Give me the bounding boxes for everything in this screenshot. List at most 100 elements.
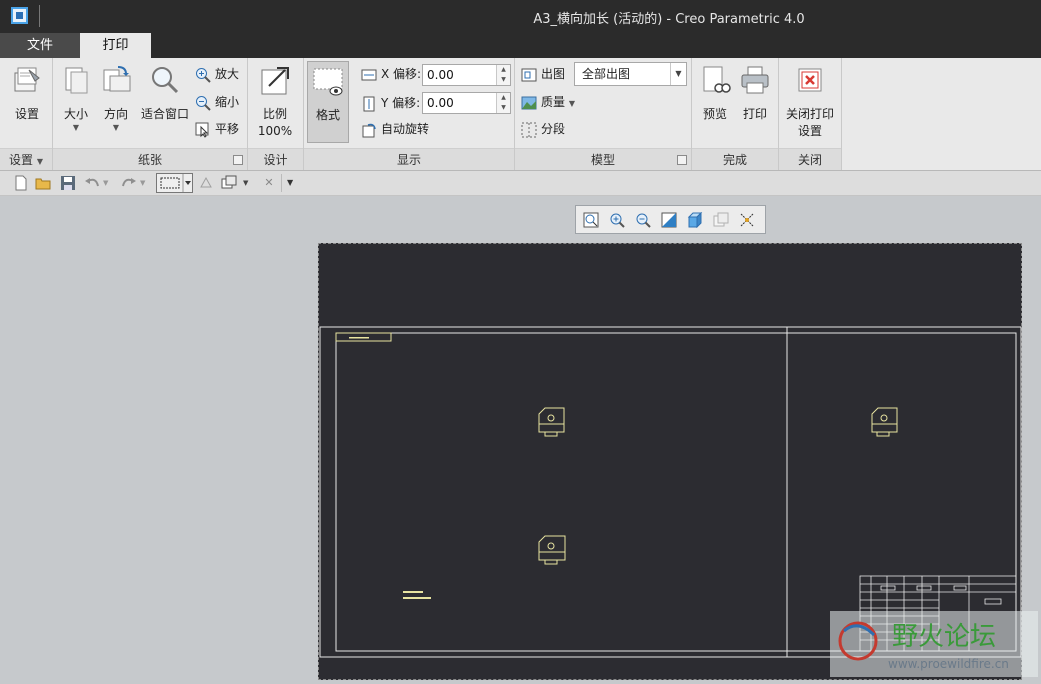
- printer-icon: [739, 64, 771, 96]
- zoom-out-button[interactable]: 缩小: [195, 92, 239, 112]
- display-style-icon[interactable]: [687, 211, 703, 229]
- zoom-out-icon[interactable]: [635, 212, 651, 228]
- tab-file[interactable]: 文件: [0, 33, 80, 58]
- chevron-down-icon: ▼: [112, 123, 120, 132]
- group-model: 出图 全部出图 ▼ 质量 ▼ 分段 模型: [515, 58, 692, 170]
- scale-button[interactable]: 比例 100%: [256, 64, 294, 140]
- saved-views-icon[interactable]: [713, 212, 729, 228]
- chevron-down-icon: ▼: [670, 63, 686, 85]
- fit-window-label: 适合窗口: [140, 107, 189, 121]
- open-folder-icon[interactable]: [35, 175, 51, 191]
- x-offset-spinner[interactable]: ▲ ▼: [496, 65, 510, 85]
- group-setup-label[interactable]: 设置 ▼: [0, 148, 52, 170]
- fit-window-button[interactable]: 适合窗口: [139, 64, 191, 123]
- chevron-down-icon[interactable]: ▼: [140, 175, 148, 191]
- output-icon: [521, 67, 537, 83]
- refit-icon[interactable]: [583, 212, 599, 228]
- chevron-down-icon[interactable]: ▼: [243, 175, 251, 191]
- select-box-icon[interactable]: [156, 173, 193, 193]
- format-button[interactable]: 格式: [307, 61, 349, 143]
- x-offset-label: X 偏移:: [361, 64, 421, 84]
- group-close: 关闭打印 设置 关闭: [779, 58, 842, 170]
- segment-icon: [521, 122, 537, 138]
- scale-icon: [259, 64, 291, 96]
- zoom-in-label: 放大: [215, 67, 240, 81]
- y-offset-icon: [361, 96, 377, 112]
- output-select[interactable]: 全部出图 ▼: [574, 62, 687, 86]
- segment-label: 分段: [541, 122, 566, 136]
- customize-toolbar-icon[interactable]: ▼: [287, 175, 297, 191]
- zoom-in-icon: [195, 67, 211, 83]
- window-title: A3_横向加长 (活动的) - Creo Parametric 4.0: [533, 12, 805, 27]
- group-design-label: 设计: [248, 148, 303, 170]
- save-icon[interactable]: [60, 175, 76, 191]
- pan-button[interactable]: 平移: [195, 119, 239, 139]
- orientation-button[interactable]: 方向 ▼: [97, 64, 135, 133]
- group-paper-label-text: 纸张: [137, 153, 162, 167]
- x-offset-label-text: X 偏移:: [381, 67, 422, 81]
- output-select-value: 全部出图: [582, 67, 631, 81]
- close-print-label-line2: 设置: [797, 124, 822, 138]
- preview-icon: [699, 64, 731, 96]
- orientation-icon: [100, 64, 132, 96]
- zoom-in-icon[interactable]: [609, 212, 625, 228]
- rotate-icon: [361, 122, 377, 138]
- group-display: 格式 X 偏移: 0.00 ▲ ▼ Y 偏移: 0.00 ▲ ▼ 自动旋转 显示: [304, 58, 515, 170]
- paper-size-icon: [60, 64, 92, 96]
- chevron-down-icon: ▼: [568, 99, 575, 108]
- group-finish: 预览 打印 完成: [692, 58, 779, 170]
- annotation-display-icon[interactable]: [739, 212, 755, 228]
- forum-url-text: www.proewildfire.cn: [888, 657, 1009, 671]
- forum-watermark: 野火论坛 www.proewildfire.cn: [830, 611, 1038, 677]
- setup-icon: [11, 64, 43, 96]
- group-display-label: 显示: [304, 148, 514, 170]
- redo-icon[interactable]: [121, 175, 137, 191]
- close-window-icon[interactable]: ✕: [261, 175, 277, 191]
- group-design: 比例 100% 设计: [248, 58, 304, 170]
- quick-access-toolbar: ▼ ▼ ▼ ✕ ▼: [0, 171, 1041, 196]
- regenerate-icon[interactable]: [198, 175, 214, 191]
- preview-button[interactable]: 预览: [696, 64, 734, 123]
- print-button[interactable]: 打印: [736, 64, 774, 123]
- tab-print[interactable]: 打印: [80, 33, 151, 58]
- setup-button[interactable]: 设置: [8, 64, 46, 123]
- segment-button[interactable]: 分段: [521, 119, 565, 139]
- y-offset-field[interactable]: 0.00 ▲ ▼: [422, 92, 511, 114]
- repaint-icon[interactable]: [661, 212, 677, 228]
- auto-rotate-label: 自动旋转: [381, 122, 430, 136]
- chevron-down-icon: ▼: [72, 123, 80, 132]
- toolbar-separator: [281, 174, 282, 192]
- group-model-label-text: 模型: [590, 153, 615, 167]
- chevron-down-icon: ▼: [36, 157, 43, 166]
- dialog-launcher-icon[interactable]: [233, 155, 243, 165]
- close-print-setup-button[interactable]: 关闭打印 设置: [781, 64, 839, 140]
- undo-icon[interactable]: [84, 175, 100, 191]
- close-print-label-line1: 关闭打印: [785, 107, 834, 121]
- quality-label: 质量: [541, 95, 566, 109]
- x-offset-field[interactable]: 0.00 ▲ ▼: [422, 64, 511, 86]
- quality-button[interactable]: 质量 ▼: [521, 92, 575, 112]
- group-model-label: 模型: [515, 148, 691, 170]
- auto-rotate-button[interactable]: 自动旋转: [361, 119, 429, 139]
- zoom-out-icon: [195, 95, 211, 111]
- dialog-launcher-icon[interactable]: [677, 155, 687, 165]
- new-file-icon[interactable]: [13, 175, 29, 191]
- output-label-text: 出图: [541, 67, 566, 81]
- x-offset-value: 0.00: [427, 68, 454, 82]
- windows-icon[interactable]: [221, 175, 237, 191]
- y-offset-spinner[interactable]: ▲ ▼: [496, 93, 510, 113]
- y-offset-value: 0.00: [427, 96, 454, 110]
- output-label: 出图: [521, 64, 565, 84]
- print-label: 打印: [742, 107, 767, 121]
- scale-value: 100%: [257, 124, 293, 138]
- title-bar: A3_横向加长 (活动的) - Creo Parametric 4.0: [0, 0, 1041, 33]
- forum-brand-text: 野火论坛: [892, 622, 996, 652]
- forum-logo: 野火论坛 www.proewildfire.cn: [838, 621, 1009, 671]
- zoom-out-label: 缩小: [215, 95, 240, 109]
- scale-button-label: 比例: [262, 107, 287, 121]
- chevron-down-icon[interactable]: ▼: [103, 175, 111, 191]
- zoom-in-button[interactable]: 放大: [195, 64, 239, 84]
- y-offset-label-text: Y 偏移:: [381, 96, 421, 110]
- size-button-label: 大小: [63, 107, 88, 121]
- size-button[interactable]: 大小 ▼: [59, 64, 93, 133]
